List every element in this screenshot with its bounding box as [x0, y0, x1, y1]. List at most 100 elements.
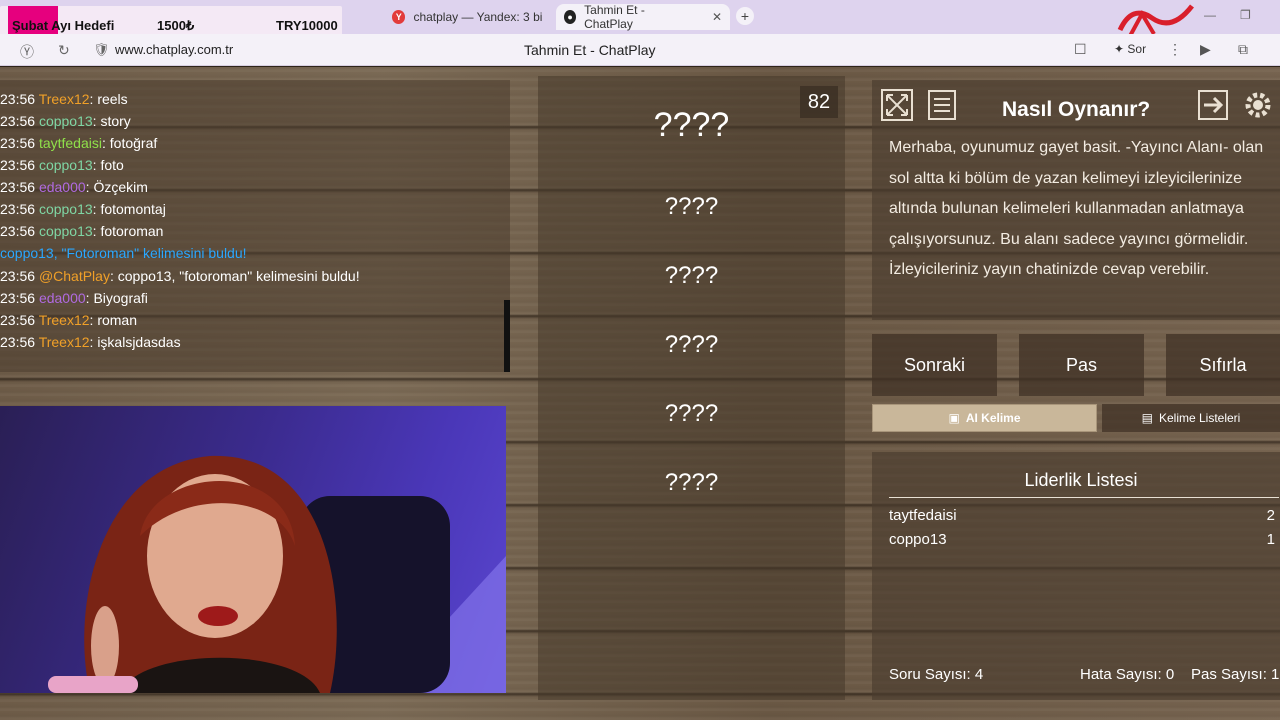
message-time: 23:56 [0, 91, 36, 107]
system-message: coppo13, "Fotoroman" kelimesini buldu! [0, 245, 247, 261]
chat-message: 23:56 @ChatPlay: coppo13, "fotoroman" ke… [0, 268, 360, 284]
yandex-icon: Y [392, 10, 406, 24]
goal-current: 1500₺ [157, 18, 195, 33]
extensions-icon[interactable]: ⧉ [1238, 41, 1248, 58]
chat-message: 23:56 coppo13: fotoroman [0, 223, 164, 239]
chat-message: 23:56 Treex12: işkalsjdasdas [0, 334, 181, 350]
ask-label: Sor [1127, 42, 1147, 56]
pass-button[interactable]: Pas [1019, 334, 1144, 396]
url-field[interactable]: www.chatplay.com.tr [115, 42, 233, 57]
error-count: Hata Sayısı: 0 [1080, 666, 1175, 683]
message-text: coppo13, "fotoroman" kelimesini buldu! [117, 268, 360, 284]
tab-label: Tahmin Et - ChatPlay [584, 3, 645, 31]
message-user: Treex12 [38, 91, 90, 107]
minimize-icon[interactable]: — [1204, 8, 1216, 22]
menu-dots-icon[interactable]: ⋮ [1168, 41, 1182, 58]
message-text: story [100, 113, 131, 129]
tab-yandex[interactable]: Y chatplay — Yandex: 3 bin s [384, 4, 550, 30]
reset-button[interactable]: Sıfırla [1166, 334, 1280, 396]
goal-label: Şubat Ayı Hedefi [12, 18, 115, 33]
list-icon: ▤ [1141, 411, 1153, 425]
player-name: coppo13 [889, 531, 947, 548]
reload-icon[interactable]: ↻ [58, 42, 70, 59]
chat-message: 23:56 coppo13: story [0, 113, 131, 129]
play-icon[interactable]: ▶ [1200, 41, 1211, 58]
message-time: 23:56 [0, 268, 36, 284]
ai-word-label: AI Kelime [965, 411, 1021, 425]
main-word: ???? [653, 106, 730, 144]
chat-message: 23:56 eda000: Biyografi [0, 290, 148, 306]
message-text: coppo13, "Fotoroman" kelimesini buldu! [0, 245, 247, 261]
message-time: 23:56 [0, 135, 36, 151]
message-text: roman [97, 312, 137, 328]
chat-message: 23:56 Treex12: reels [0, 91, 128, 107]
message-text: foto [100, 157, 124, 173]
word-lists-label: Kelime Listeleri [1158, 411, 1241, 425]
message-time: 23:56 [0, 179, 36, 195]
message-time: 23:56 [0, 312, 36, 328]
message-user: taytfedaisi [38, 135, 102, 151]
player-score: 1 [1266, 531, 1275, 548]
chat-message: 23:56 eda000: Özçekim [0, 179, 148, 195]
word-lists-tab[interactable]: ▤ Kelime Listeleri [1102, 404, 1280, 432]
message-text: reels [97, 91, 128, 107]
next-button[interactable]: Sonraki [872, 334, 997, 396]
address-bar: Ⓨ ↻ 🛡 www.chatplay.com.tr Tahmin Et - Ch… [0, 34, 1280, 66]
message-time: 23:56 [0, 290, 36, 306]
help-text: Merhaba, oyunumuz gayet basit. -Yayıncı … [889, 139, 1264, 278]
divider [889, 497, 1279, 498]
player-score: 2 [1266, 507, 1275, 524]
message-user: eda000 [38, 290, 86, 306]
question-count: Soru Sayısı: 4 [889, 666, 984, 683]
shield-icon[interactable]: 🛡 [93, 42, 110, 58]
message-user: eda000 [38, 179, 86, 195]
chatplay-icon: ● [564, 10, 577, 24]
player-name: taytfedaisi [889, 507, 957, 524]
exit-icon[interactable] [1198, 89, 1230, 121]
new-tab-button[interactable]: + [736, 7, 754, 25]
words-panel [538, 76, 845, 700]
chat-scrollbar[interactable] [504, 300, 510, 372]
leaderboard-row: coppo13 1 [889, 531, 1275, 548]
message-user: Treex12 [38, 312, 90, 328]
fullscreen-icon[interactable] [881, 89, 913, 121]
forbidden-word: ???? [664, 193, 719, 220]
goal-target: TRY10000 [276, 18, 338, 33]
message-time: 23:56 [0, 223, 36, 239]
message-text: Özçekim [93, 179, 148, 195]
message-text: fotomontaj [100, 201, 166, 217]
chat-message: 23:56 taytfedaisi: fotoğraf [0, 135, 158, 151]
chat-panel: 23:56 Treex12: reels 23:56 coppo13: stor… [0, 80, 510, 372]
message-text: işkalsjdasdas [97, 334, 181, 350]
ai-word-tab[interactable]: ▣ AI Kelime [872, 404, 1097, 432]
help-title: Nasıl Oynanır? [1002, 98, 1151, 121]
message-user: coppo13 [38, 157, 93, 173]
forbidden-word: ???? [664, 331, 719, 358]
forbidden-word: ???? [664, 262, 719, 289]
leaderboard-title: Liderlik Listesi [1024, 470, 1138, 490]
webcam-feed [0, 406, 506, 693]
tab-chatplay[interactable]: ● Tahmin Et - ChatPlay ✕ [556, 3, 730, 31]
message-text: fotoroman [100, 223, 164, 239]
bookmark-icon[interactable]: ☐ [1074, 41, 1087, 58]
streamer-figure [48, 455, 506, 693]
yandex-home-icon[interactable]: Ⓨ [20, 42, 34, 62]
robot-icon: ▣ [948, 411, 960, 425]
notes-icon[interactable] [926, 89, 958, 121]
leaderboard-panel: Liderlik Listesi [872, 452, 1280, 700]
message-time: 23:56 [0, 113, 36, 129]
ask-button[interactable]: ✦ Sor [1114, 42, 1146, 56]
chat-message: 23:56 coppo13: fotomontaj [0, 201, 166, 217]
message-text: Biyografi [93, 290, 148, 306]
chat-message: 23:56 Treex12: roman [0, 312, 137, 328]
message-user: coppo13 [38, 113, 93, 129]
message-time: 23:56 [0, 157, 36, 173]
leaderboard-row: taytfedaisi 2 [889, 507, 1275, 524]
message-user: coppo13 [38, 223, 93, 239]
settings-gear-icon[interactable] [1242, 89, 1274, 121]
forbidden-word: ???? [664, 400, 719, 427]
restore-icon[interactable]: ❐ [1240, 8, 1251, 22]
message-user: Treex12 [38, 334, 90, 350]
ask-icon: ✦ [1114, 42, 1125, 56]
close-icon[interactable]: ✕ [712, 10, 722, 24]
